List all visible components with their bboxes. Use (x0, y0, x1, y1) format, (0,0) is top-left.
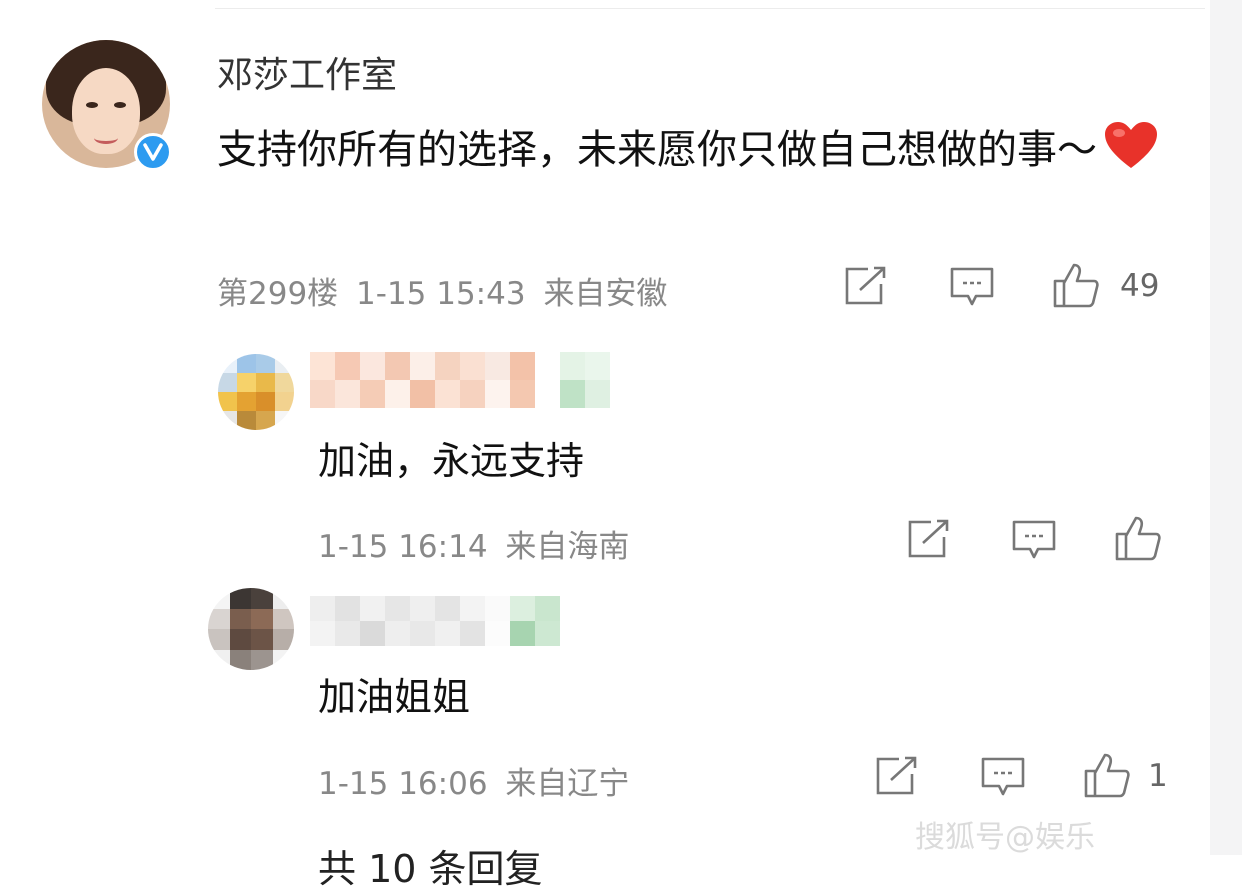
heart-emoji-icon (1103, 121, 1159, 190)
comment-location: 来自安徽 (543, 276, 668, 312)
share-icon[interactable] (907, 519, 951, 563)
author-name[interactable]: 邓莎工作室 (217, 46, 397, 98)
reply-avatar-blurred[interactable] (208, 588, 294, 670)
like-icon[interactable] (1114, 514, 1162, 566)
like-count: 49 (1120, 268, 1160, 304)
reply-time: 1-15 16:06 (318, 766, 488, 802)
share-icon[interactable] (875, 756, 919, 800)
watermark-text: 搜狐号@娱乐 (915, 820, 1095, 855)
comment-text: 支持你所有的选择，未来愿你只做自己想做的事～ (217, 118, 1197, 190)
like-count: 1 (1148, 758, 1168, 794)
verified-badge-icon (134, 133, 172, 171)
reply-time: 1-15 16:14 (318, 529, 488, 565)
share-icon[interactable] (844, 266, 888, 310)
reply-meta: 1-15 16:06 来自辽宁 (318, 758, 629, 803)
view-more-replies-link[interactable]: 共 10 条回复 (318, 838, 543, 893)
floor-number: 第299楼 (217, 276, 339, 312)
reply-location: 来自海南 (505, 529, 630, 565)
like-icon[interactable] (1083, 751, 1131, 803)
right-margin (1210, 0, 1242, 855)
reply-username-blurred[interactable] (310, 352, 610, 408)
reply-location: 来自辽宁 (505, 766, 630, 802)
comment-meta: 第299楼 1-15 15:43 来自安徽 (217, 268, 667, 313)
comment-time: 1-15 15:43 (356, 276, 526, 312)
comment-icon[interactable] (1011, 519, 1057, 565)
like-icon[interactable] (1052, 261, 1100, 313)
comment-icon[interactable] (980, 756, 1026, 802)
reply-text: 加油姐姐 (318, 675, 471, 719)
reply-meta: 1-15 16:14 来自海南 (318, 521, 629, 566)
top-divider (215, 0, 1205, 9)
reply-text: 加油，永远支持 (318, 439, 585, 483)
reply-username-blurred[interactable] (310, 596, 560, 646)
reply-avatar-blurred[interactable] (218, 354, 294, 430)
comment-icon[interactable] (949, 266, 995, 312)
